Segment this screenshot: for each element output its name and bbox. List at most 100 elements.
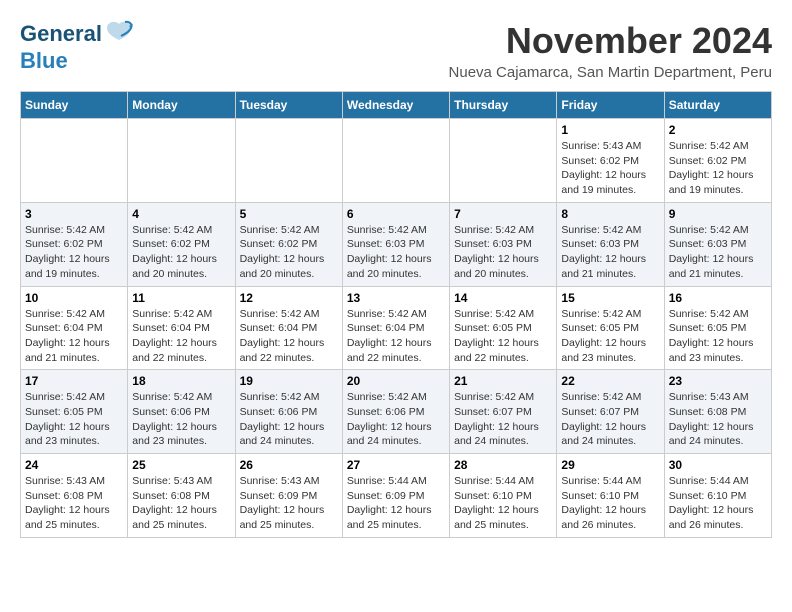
day-info: Sunrise: 5:43 AM Sunset: 6:09 PM Dayligh… (240, 474, 338, 533)
month-title: November 2024 (449, 20, 772, 62)
location-subtitle: Nueva Cajamarca, San Martin Department, … (449, 64, 772, 81)
day-info: Sunrise: 5:42 AM Sunset: 6:02 PM Dayligh… (132, 223, 230, 282)
col-header-thursday: Thursday (450, 92, 557, 119)
col-header-wednesday: Wednesday (342, 92, 449, 119)
day-number: 23 (669, 374, 767, 388)
calendar-cell: 8Sunrise: 5:42 AM Sunset: 6:03 PM Daylig… (557, 202, 664, 286)
logo: General Blue (20, 20, 133, 73)
day-number: 27 (347, 458, 445, 472)
day-info: Sunrise: 5:42 AM Sunset: 6:04 PM Dayligh… (240, 307, 338, 366)
day-number: 2 (669, 123, 767, 137)
title-block: November 2024 Nueva Cajamarca, San Marti… (449, 20, 772, 81)
day-number: 4 (132, 207, 230, 221)
col-header-friday: Friday (557, 92, 664, 119)
page-header: General Blue November 2024 Nueva Cajamar… (20, 20, 772, 81)
calendar-cell: 10 Sunrise: 5:42 AM Sunset: 6:04 PM Dayli… (21, 286, 128, 370)
calendar-cell: 28 Sunrise: 5:44 AM Sunset: 6:10 PM Dayli… (450, 454, 557, 538)
day-info: Sunrise: 5:42 AM Sunset: 6:02 PM Dayligh… (669, 139, 767, 198)
calendar-cell: 20 Sunrise: 5:42 AM Sunset: 6:06 PM Dayli… (342, 370, 449, 454)
calendar-cell: 13 Sunrise: 5:42 AM Sunset: 6:04 PM Dayli… (342, 286, 449, 370)
day-number: 20 (347, 374, 445, 388)
day-number: 9 (669, 207, 767, 221)
calendar-cell: 11Sunrise: 5:42 AM Sunset: 6:04 PM Dayli… (128, 286, 235, 370)
calendar-cell: 25Sunrise: 5:43 AM Sunset: 6:08 PM Dayli… (128, 454, 235, 538)
calendar-cell: 18 Sunrise: 5:42 AM Sunset: 6:06 PM Dayli… (128, 370, 235, 454)
day-number: 19 (240, 374, 338, 388)
day-info: Sunrise: 5:42 AM Sunset: 6:05 PM Dayligh… (561, 307, 659, 366)
day-info: Sunrise: 5:42 AM Sunset: 6:02 PM Dayligh… (25, 223, 123, 282)
calendar-cell: 19 Sunrise: 5:42 AM Sunset: 6:06 PM Dayli… (235, 370, 342, 454)
day-number: 24 (25, 458, 123, 472)
calendar-cell (128, 119, 235, 203)
day-number: 6 (347, 207, 445, 221)
calendar-cell: 14 Sunrise: 5:42 AM Sunset: 6:05 PM Dayli… (450, 286, 557, 370)
day-info: Sunrise: 5:44 AM Sunset: 6:10 PM Dayligh… (669, 474, 767, 533)
day-info: Sunrise: 5:42 AM Sunset: 6:03 PM Dayligh… (669, 223, 767, 282)
calendar-cell: 26 Sunrise: 5:43 AM Sunset: 6:09 PM Dayli… (235, 454, 342, 538)
day-number: 21 (454, 374, 552, 388)
day-number: 13 (347, 291, 445, 305)
calendar-cell: 9 Sunrise: 5:42 AM Sunset: 6:03 PM Daylig… (664, 202, 771, 286)
calendar-cell (342, 119, 449, 203)
calendar-table: SundayMondayTuesdayWednesdayThursdayFrid… (20, 91, 772, 538)
calendar-cell: 27 Sunrise: 5:44 AM Sunset: 6:09 PM Dayli… (342, 454, 449, 538)
calendar-cell: 3 Sunrise: 5:42 AM Sunset: 6:02 PM Daylig… (21, 202, 128, 286)
day-number: 25 (132, 458, 230, 472)
calendar-cell (450, 119, 557, 203)
day-number: 26 (240, 458, 338, 472)
day-info: Sunrise: 5:42 AM Sunset: 6:05 PM Dayligh… (25, 390, 123, 449)
day-number: 29 (561, 458, 659, 472)
calendar-cell: 7Sunrise: 5:42 AM Sunset: 6:03 PM Daylig… (450, 202, 557, 286)
calendar-cell: 5 Sunrise: 5:42 AM Sunset: 6:02 PM Daylig… (235, 202, 342, 286)
calendar-cell: 1Sunrise: 5:43 AM Sunset: 6:02 PM Daylig… (557, 119, 664, 203)
day-info: Sunrise: 5:42 AM Sunset: 6:06 PM Dayligh… (132, 390, 230, 449)
col-header-monday: Monday (128, 92, 235, 119)
day-info: Sunrise: 5:44 AM Sunset: 6:10 PM Dayligh… (454, 474, 552, 533)
calendar-cell (235, 119, 342, 203)
day-info: Sunrise: 5:42 AM Sunset: 6:07 PM Dayligh… (561, 390, 659, 449)
day-number: 18 (132, 374, 230, 388)
day-info: Sunrise: 5:42 AM Sunset: 6:06 PM Dayligh… (347, 390, 445, 449)
calendar-cell: 4 Sunrise: 5:42 AM Sunset: 6:02 PM Daylig… (128, 202, 235, 286)
calendar-cell: 29Sunrise: 5:44 AM Sunset: 6:10 PM Dayli… (557, 454, 664, 538)
calendar-cell: 21 Sunrise: 5:42 AM Sunset: 6:07 PM Dayli… (450, 370, 557, 454)
calendar-cell: 22 Sunrise: 5:42 AM Sunset: 6:07 PM Dayli… (557, 370, 664, 454)
calendar-cell: 17 Sunrise: 5:42 AM Sunset: 6:05 PM Dayli… (21, 370, 128, 454)
day-number: 22 (561, 374, 659, 388)
calendar-cell: 6 Sunrise: 5:42 AM Sunset: 6:03 PM Daylig… (342, 202, 449, 286)
day-number: 14 (454, 291, 552, 305)
day-number: 11 (132, 291, 230, 305)
day-number: 3 (25, 207, 123, 221)
calendar-cell: 30 Sunrise: 5:44 AM Sunset: 6:10 PM Dayli… (664, 454, 771, 538)
day-info: Sunrise: 5:42 AM Sunset: 6:04 PM Dayligh… (347, 307, 445, 366)
day-number: 16 (669, 291, 767, 305)
day-info: Sunrise: 5:43 AM Sunset: 6:08 PM Dayligh… (669, 390, 767, 449)
day-info: Sunrise: 5:42 AM Sunset: 6:04 PM Dayligh… (25, 307, 123, 366)
day-info: Sunrise: 5:43 AM Sunset: 6:02 PM Dayligh… (561, 139, 659, 198)
day-number: 28 (454, 458, 552, 472)
calendar-cell: 2 Sunrise: 5:42 AM Sunset: 6:02 PM Daylig… (664, 119, 771, 203)
calendar-cell: 12Sunrise: 5:42 AM Sunset: 6:04 PM Dayli… (235, 286, 342, 370)
calendar-cell: 16 Sunrise: 5:42 AM Sunset: 6:05 PM Dayli… (664, 286, 771, 370)
day-info: Sunrise: 5:42 AM Sunset: 6:05 PM Dayligh… (669, 307, 767, 366)
logo-text-general: General (20, 22, 102, 46)
day-number: 10 (25, 291, 123, 305)
day-number: 5 (240, 207, 338, 221)
day-number: 15 (561, 291, 659, 305)
logo-bird-icon (105, 20, 133, 44)
day-info: Sunrise: 5:42 AM Sunset: 6:05 PM Dayligh… (454, 307, 552, 366)
col-header-saturday: Saturday (664, 92, 771, 119)
day-info: Sunrise: 5:42 AM Sunset: 6:07 PM Dayligh… (454, 390, 552, 449)
day-info: Sunrise: 5:42 AM Sunset: 6:03 PM Dayligh… (347, 223, 445, 282)
day-info: Sunrise: 5:42 AM Sunset: 6:06 PM Dayligh… (240, 390, 338, 449)
day-number: 17 (25, 374, 123, 388)
day-info: Sunrise: 5:44 AM Sunset: 6:09 PM Dayligh… (347, 474, 445, 533)
day-number: 30 (669, 458, 767, 472)
day-info: Sunrise: 5:42 AM Sunset: 6:03 PM Dayligh… (454, 223, 552, 282)
day-info: Sunrise: 5:42 AM Sunset: 6:02 PM Dayligh… (240, 223, 338, 282)
day-info: Sunrise: 5:43 AM Sunset: 6:08 PM Dayligh… (25, 474, 123, 533)
calendar-cell: 23 Sunrise: 5:43 AM Sunset: 6:08 PM Dayli… (664, 370, 771, 454)
col-header-sunday: Sunday (21, 92, 128, 119)
calendar-cell: 15 Sunrise: 5:42 AM Sunset: 6:05 PM Dayli… (557, 286, 664, 370)
col-header-tuesday: Tuesday (235, 92, 342, 119)
